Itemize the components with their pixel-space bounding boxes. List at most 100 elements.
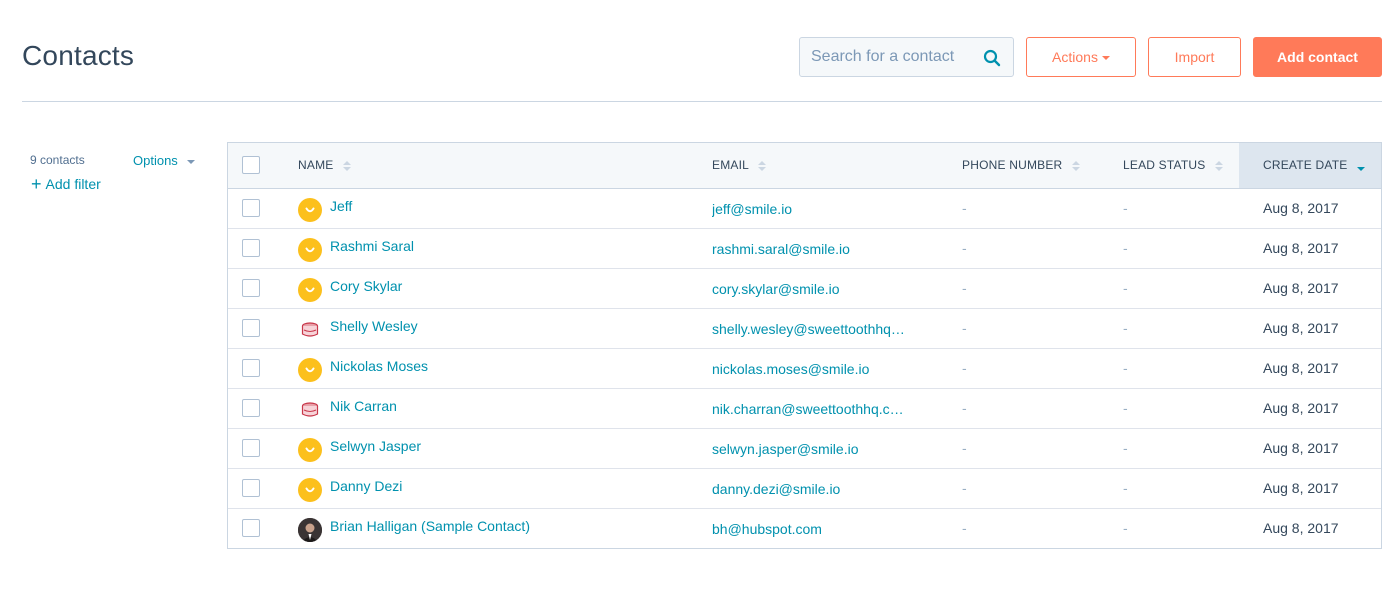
- smile-logo-icon: [298, 478, 322, 502]
- search-box[interactable]: [799, 37, 1014, 77]
- add-filter-link[interactable]: + Add filter: [31, 175, 101, 193]
- phone-cell: -: [962, 428, 1123, 468]
- table-row[interactable]: Shelly Wesley shelly.wesley@sweettoothhq…: [228, 308, 1381, 348]
- phone-cell: -: [962, 348, 1123, 388]
- row-checkbox[interactable]: [242, 359, 260, 378]
- add-contact-button[interactable]: Add contact: [1253, 37, 1382, 77]
- phone-value: -: [962, 440, 967, 456]
- column-header-phone[interactable]: PHONE NUMBER: [962, 143, 1123, 189]
- contact-name-link[interactable]: Rashmi Saral: [330, 238, 414, 254]
- create-date-cell: Aug 8, 2017: [1239, 508, 1381, 548]
- contact-email-link[interactable]: danny.dezi@smile.io: [712, 481, 840, 497]
- email-cell: selwyn.jasper@smile.io: [712, 428, 962, 468]
- sort-icon: [343, 161, 352, 172]
- row-checkbox[interactable]: [242, 519, 260, 538]
- phone-cell: -: [962, 468, 1123, 508]
- table-row[interactable]: Rashmi Saral rashmi.saral@smile.io - - A…: [228, 228, 1381, 268]
- table-row[interactable]: Danny Dezi danny.dezi@smile.io - - Aug 8…: [228, 468, 1381, 508]
- smile-logo-icon: [298, 358, 322, 382]
- contact-name-link[interactable]: Selwyn Jasper: [330, 438, 421, 454]
- row-checkbox[interactable]: [242, 319, 260, 338]
- row-checkbox[interactable]: [242, 199, 260, 218]
- search-input[interactable]: [811, 48, 976, 66]
- table-row[interactable]: Cory Skylar cory.skylar@smile.io - - Aug…: [228, 268, 1381, 308]
- create-date-cell: Aug 8, 2017: [1239, 468, 1381, 508]
- actions-button[interactable]: Actions: [1026, 37, 1136, 77]
- name-cell: Cory Skylar: [298, 268, 712, 308]
- contact-email-link[interactable]: rashmi.saral@smile.io: [712, 241, 850, 257]
- phone-cell: -: [962, 228, 1123, 268]
- options-dropdown[interactable]: Options: [133, 153, 195, 168]
- contact-email-link[interactable]: bh@hubspot.com: [712, 521, 822, 537]
- create-date-cell: Aug 8, 2017: [1239, 268, 1381, 308]
- sweettooth-logo-icon: [298, 318, 322, 342]
- phone-cell: -: [962, 268, 1123, 308]
- import-button[interactable]: Import: [1148, 37, 1241, 77]
- create-date-value: Aug 8, 2017: [1263, 320, 1339, 336]
- contact-email-link[interactable]: selwyn.jasper@smile.io: [712, 441, 858, 457]
- column-header-lead-status-label: LEAD STATUS: [1123, 158, 1206, 173]
- contact-name-link[interactable]: Danny Dezi: [330, 478, 402, 494]
- column-header-name[interactable]: NAME: [298, 143, 712, 189]
- smile-logo-icon: [298, 278, 322, 302]
- contacts-count: 9 contacts: [30, 153, 85, 167]
- create-date-value: Aug 8, 2017: [1263, 520, 1339, 537]
- row-checkbox[interactable]: [242, 399, 260, 418]
- column-header-create-date[interactable]: CREATE DATE: [1239, 143, 1381, 189]
- phone-value: -: [962, 520, 967, 537]
- name-cell: Selwyn Jasper: [298, 428, 712, 468]
- contact-name-link[interactable]: Shelly Wesley: [330, 318, 418, 334]
- table-row[interactable]: Brian Halligan (Sample Contact) bh@hubsp…: [228, 508, 1381, 548]
- create-date-cell: Aug 8, 2017: [1239, 228, 1381, 268]
- sweettooth-logo-icon: [298, 398, 322, 422]
- contact-email-link[interactable]: nik.charran@sweettoothhq.c…: [712, 401, 904, 417]
- contact-name-link[interactable]: Nickolas Moses: [330, 358, 428, 374]
- contact-name-link[interactable]: Nik Carran: [330, 398, 397, 414]
- email-cell: jeff@smile.io: [712, 188, 962, 228]
- contact-name-link[interactable]: Brian Halligan (Sample Contact): [330, 518, 530, 534]
- smile-logo-icon: [298, 438, 322, 462]
- chevron-down-icon: [1101, 56, 1110, 60]
- table-row[interactable]: Jeff jeff@smile.io - - Aug 8, 2017: [228, 188, 1381, 228]
- row-select-cell: [228, 228, 298, 268]
- phone-value: -: [962, 480, 967, 496]
- select-all-checkbox[interactable]: [242, 156, 260, 175]
- contact-email-link[interactable]: jeff@smile.io: [712, 201, 792, 217]
- create-date-value: Aug 8, 2017: [1263, 440, 1339, 456]
- column-header-email-label: EMAIL: [712, 158, 749, 173]
- contact-email-link[interactable]: nickolas.moses@smile.io: [712, 361, 869, 377]
- row-checkbox[interactable]: [242, 239, 260, 258]
- lead-status-value: -: [1123, 280, 1128, 296]
- name-cell: Nickolas Moses: [298, 348, 712, 388]
- email-cell: rashmi.saral@smile.io: [712, 228, 962, 268]
- add-contact-button-label: Add contact: [1277, 49, 1358, 65]
- lead-status-cell: -: [1123, 308, 1239, 348]
- contact-email-link[interactable]: shelly.wesley@sweettoothhq…: [712, 321, 905, 337]
- search-icon[interactable]: [983, 49, 1001, 67]
- contact-email-link[interactable]: cory.skylar@smile.io: [712, 281, 840, 297]
- contacts-table: NAME EMAIL PHONE NUMBER LEAD STATUS CREA…: [227, 142, 1382, 549]
- row-checkbox[interactable]: [242, 479, 260, 498]
- sort-icon: [1071, 161, 1080, 172]
- create-date-value: Aug 8, 2017: [1263, 480, 1339, 496]
- table-row[interactable]: Nik Carran nik.charran@sweettoothhq.c… -…: [228, 388, 1381, 428]
- table-row[interactable]: Selwyn Jasper selwyn.jasper@smile.io - -…: [228, 428, 1381, 468]
- table-row[interactable]: Nickolas Moses nickolas.moses@smile.io -…: [228, 348, 1381, 388]
- row-checkbox[interactable]: [242, 279, 260, 298]
- row-checkbox[interactable]: [242, 439, 260, 458]
- select-all-cell: [228, 143, 298, 189]
- phone-value: -: [962, 400, 967, 416]
- phone-cell: -: [962, 308, 1123, 348]
- column-header-email[interactable]: EMAIL: [712, 143, 962, 189]
- email-cell: danny.dezi@smile.io: [712, 468, 962, 508]
- row-select-cell: [228, 348, 298, 388]
- column-header-lead-status[interactable]: LEAD STATUS: [1123, 143, 1239, 189]
- lead-status-value: -: [1123, 200, 1128, 216]
- import-button-label: Import: [1174, 49, 1215, 65]
- row-select-cell: [228, 468, 298, 508]
- contact-name-link[interactable]: Jeff: [330, 198, 352, 214]
- email-cell: nik.charran@sweettoothhq.c…: [712, 388, 962, 428]
- email-cell: shelly.wesley@sweettoothhq…: [712, 308, 962, 348]
- contact-name-link[interactable]: Cory Skylar: [330, 278, 402, 294]
- sort-icon: [758, 161, 767, 172]
